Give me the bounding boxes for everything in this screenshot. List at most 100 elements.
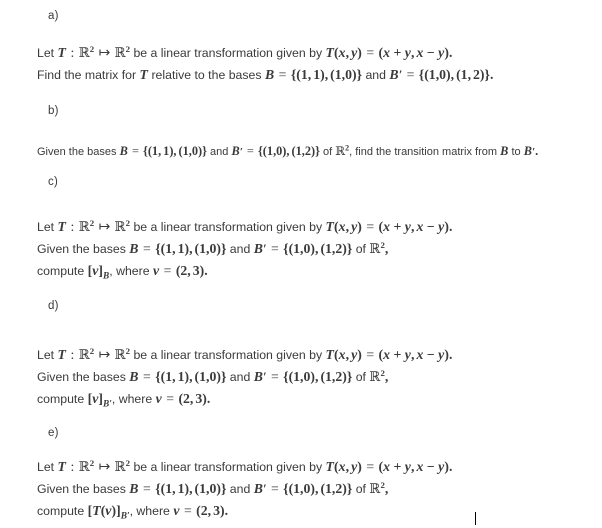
math-B: B [253,481,264,496]
math-T: T [92,503,101,518]
math-period: . [204,263,208,278]
math-equals: = [270,481,279,496]
math-plus: + [393,347,402,362]
math-reals: ℝ [369,482,381,497]
statement-e-line-1: Let T : ℝ2 ↦ ℝ2 be a linear transformati… [37,456,452,479]
math-one: 1 [199,369,206,384]
statement-c-line-1: Let T : ℝ2 ↦ ℝ2 be a linear transformati… [37,216,452,239]
text-compute: compute [37,264,85,278]
text-where: , where [129,504,170,518]
math-equals: = [183,503,192,518]
math-comma: , [411,459,415,474]
math-exponent-2: 2 [89,43,95,54]
math-equals: = [270,241,279,256]
math-exponent-2: 2 [125,43,131,54]
math-brace: } [346,481,353,496]
statement-e-line-2: Given the bases B = {(1, 1), (1,0)} and B′… [37,478,388,501]
text-let: Let [37,220,55,234]
math-brace: } [346,241,353,256]
statement-c-line-3: compute [v]B, where v = (2, 3). [37,260,208,282]
math-T: T [325,45,335,60]
math-period: . [535,144,539,158]
part-label-e: e) [48,427,59,439]
text-given-bases: Given the bases [37,370,126,384]
math-T: T [57,219,67,234]
math-comma: , [189,241,193,256]
math-equals: = [366,459,375,474]
text-and: and [229,242,251,256]
math-comma: , [172,481,176,496]
statement-c-line-2: Given the bases B = {(1, 1), (1,0)} and B′… [37,238,388,261]
text-and: and [229,370,251,384]
math-comma: , [286,144,290,158]
math-T: T [139,67,149,82]
statement-d-line-2: Given the bases B = {(1, 1), (1,0)} and B′… [37,366,388,389]
text-of: of [355,482,366,496]
math-equals: = [143,369,151,384]
math-reals: ℝ [78,46,90,61]
math-reals: ℝ [369,242,381,257]
math-one: 1 [199,481,206,496]
math-paren: ) [357,219,362,234]
math-exponent-2: 2 [125,217,131,228]
text-and: and [210,146,229,158]
math-prime: ′ [263,370,267,384]
math-zero: 0 [439,67,447,82]
math-T: T [57,347,67,362]
math-one: 1 [325,241,332,256]
math-period: . [224,503,229,518]
math-exponent-2: 2 [125,457,131,468]
math-brace: } [315,144,320,158]
math-comma: , [467,67,472,82]
math-comma: , [172,241,176,256]
math-reals: ℝ [114,220,126,235]
math-paren: ) [357,459,362,474]
part-label-c: c) [48,176,58,188]
math-T: T [57,45,67,60]
math-prime: ′ [239,146,243,158]
math-equals: = [143,481,151,496]
math-minus: − [426,347,435,362]
text-be-linear: be a linear transformation given by [133,348,323,362]
math-paren: ) [357,45,362,60]
math-brace: } [202,144,207,158]
math-comma: , [384,241,389,256]
text-find-matrix: Find the matrix for [37,68,137,82]
math-comma: , [172,369,176,384]
text-be-linear: be a linear transformation given by [133,460,323,474]
math-zero: 0 [345,67,352,82]
math-v: v [173,503,180,518]
math-minus: − [426,45,435,60]
math-reals: ℝ [114,46,126,61]
math-comma: , [189,391,194,406]
math-v: v [152,263,160,278]
math-one: 1 [428,67,436,82]
math-comma: , [158,144,162,158]
math-brace: } [220,481,227,496]
math-equals: = [366,219,375,234]
text-given-bases: Given the bases [37,482,126,496]
text-where: , where [111,392,153,406]
math-B: B [231,144,240,158]
math-reals: ℝ [335,144,346,158]
math-prime: ′ [263,482,267,496]
math-minus: − [426,459,435,474]
math-brace: } [220,369,227,384]
statement-e-line-3: compute [T(v)]B′, where v = (2, 3). [37,500,228,522]
math-plus: + [393,459,402,474]
math-minus: − [426,219,435,234]
math-x: x [338,347,346,362]
math-plus: + [393,219,402,234]
math-x: x [383,45,391,60]
math-equals: = [131,144,139,158]
math-one: 1 [293,241,301,256]
math-comma: , [314,481,319,496]
math-colon: : [70,347,75,362]
math-comma: , [411,45,415,60]
math-comma: , [450,67,455,82]
math-exponent-2: 2 [89,457,95,468]
math-period: . [448,459,453,474]
math-x: x [338,459,346,474]
math-comma: , [314,369,319,384]
text-of: of [355,370,366,384]
